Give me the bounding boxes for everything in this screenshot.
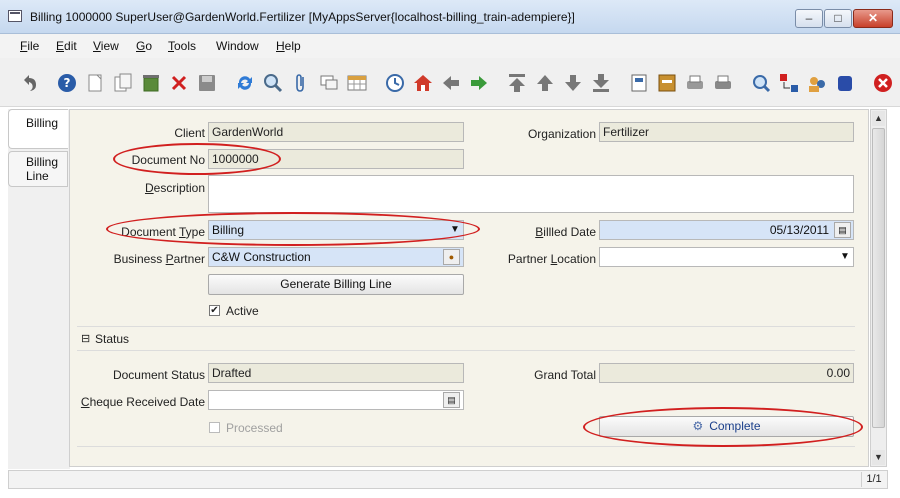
status-group-label: Status [95, 332, 130, 346]
client-label: Client [174, 126, 205, 140]
document-no-field[interactable]: 1000000 [208, 149, 464, 169]
business-partner-value: C&W Construction [212, 250, 311, 264]
grand-total-field[interactable]: 0.00 [599, 363, 854, 383]
find-icon[interactable] [262, 72, 284, 94]
toolbar: ? [0, 58, 900, 107]
cheque-received-date-field[interactable]: ▤ [208, 390, 464, 410]
menu-go[interactable]: Go [136, 39, 152, 53]
document-type-value: Billing [212, 223, 245, 237]
status-bar: 1/1 [8, 470, 888, 489]
calendar-icon[interactable]: ▤ [443, 392, 460, 408]
scroll-down-icon[interactable]: ▼ [872, 450, 885, 465]
chevron-down-icon: ▼ [450, 224, 460, 235]
minimize-button[interactable]: ‒ [795, 9, 823, 28]
document-type-label: Document Type [121, 225, 205, 239]
record-position[interactable]: 1/1 [861, 472, 886, 487]
menu-window[interactable]: Window [216, 39, 259, 53]
svg-text:?: ? [64, 76, 71, 90]
billed-date-value: 05/13/2011 [769, 223, 829, 237]
report-icon[interactable] [628, 72, 650, 94]
organization-label: Organization [527, 127, 596, 141]
attachment-icon[interactable] [290, 72, 312, 94]
menu-edit[interactable]: Edit [56, 39, 77, 53]
status-divider-top [77, 326, 855, 327]
save-icon[interactable] [196, 72, 218, 94]
document-type-select[interactable]: Billing ▼ [208, 220, 464, 240]
menu-bar: File Edit View Go Tools Window Help [0, 34, 900, 59]
generate-billing-line-button[interactable]: Generate Billing Line [208, 274, 464, 295]
chat-icon[interactable] [318, 72, 340, 94]
document-status-label: Document Status [112, 368, 205, 382]
menu-tools[interactable]: Tools [168, 39, 196, 53]
minimize-icon: ‒ [805, 11, 813, 25]
record-tabs: Billing Billing Line [8, 109, 70, 469]
delete-selection-icon[interactable] [168, 72, 190, 94]
new-record-icon[interactable] [84, 72, 106, 94]
partner-location-select[interactable]: ▼ [599, 247, 854, 267]
partner-lookup-icon[interactable]: ● [443, 249, 460, 265]
tab-billing[interactable]: Billing [8, 109, 68, 149]
workflow-icon[interactable] [778, 72, 800, 94]
calendar-icon[interactable]: ▤ [834, 222, 851, 238]
request-icon[interactable] [806, 72, 828, 94]
delete-icon[interactable] [140, 72, 162, 94]
close-icon: ✕ [867, 11, 879, 25]
active-label: Active [226, 304, 259, 318]
scroll-up-icon[interactable]: ▲ [872, 111, 885, 126]
billed-date-field[interactable]: 05/13/2011 ▤ [599, 220, 854, 240]
print-icon[interactable] [712, 72, 734, 94]
grand-total-label: Grand Total [534, 368, 596, 382]
gear-icon: ⚙ [692, 419, 704, 433]
business-partner-label: Business Partner [113, 252, 205, 266]
close-button[interactable]: ✕ [853, 9, 893, 28]
next-icon[interactable] [468, 72, 490, 94]
maximize-icon: □ [834, 11, 842, 25]
description-label: Description [144, 181, 205, 195]
document-status-field[interactable]: Drafted [208, 363, 464, 383]
billed-date-label: Billled Date [535, 225, 596, 239]
app-icon [8, 10, 22, 22]
complete-button[interactable]: ⚙ Complete [599, 416, 854, 437]
window-title: Billing 1000000 SuperUser@GardenWorld.Fe… [30, 10, 575, 24]
processed-label: Processed [226, 421, 283, 435]
first-record-icon[interactable] [506, 72, 528, 94]
form-divider-bottom [77, 446, 855, 447]
organization-field[interactable]: Fertilizer [599, 122, 854, 142]
status-collapse-icon[interactable]: ⊟ [81, 332, 90, 345]
description-field[interactable] [208, 175, 854, 213]
history-icon[interactable] [384, 72, 406, 94]
partner-location-label: Partner Location [507, 252, 596, 266]
client-field[interactable]: GardenWorld [208, 122, 464, 142]
business-partner-field[interactable]: C&W Construction ● [208, 247, 464, 267]
menu-help[interactable]: Help [276, 39, 301, 53]
zoom-across-icon[interactable] [750, 72, 772, 94]
menu-file[interactable]: File [20, 39, 39, 53]
archive-icon[interactable] [656, 72, 678, 94]
scroll-thumb[interactable] [872, 128, 885, 428]
tab-billing-line[interactable]: Billing Line [8, 151, 68, 187]
help-icon[interactable]: ? [56, 72, 78, 94]
previous-icon[interactable] [440, 72, 462, 94]
print-preview-icon[interactable] [684, 72, 706, 94]
status-divider-mid [77, 350, 855, 351]
refresh-icon[interactable] [234, 72, 256, 94]
home-icon[interactable] [412, 72, 434, 94]
maximize-button[interactable]: □ [824, 9, 852, 28]
window-titlebar: Billing 1000000 SuperUser@GardenWorld.Fe… [0, 0, 900, 34]
grid-toggle-icon[interactable] [346, 72, 368, 94]
last-record-icon[interactable] [590, 72, 612, 94]
undo-icon[interactable] [18, 72, 40, 94]
processed-checkbox[interactable] [209, 422, 220, 433]
document-no-label: Document No [131, 153, 205, 167]
product-info-icon[interactable] [834, 72, 856, 94]
copy-record-icon[interactable] [112, 72, 134, 94]
previous-record-icon[interactable] [534, 72, 556, 94]
cheque-received-date-label: Cheque Received Date [80, 395, 205, 409]
active-checkbox[interactable]: ✔ [209, 305, 220, 316]
exit-icon[interactable] [872, 72, 894, 94]
menu-view[interactable]: View [93, 39, 119, 53]
vertical-scrollbar[interactable]: ▲ ▼ [870, 109, 887, 467]
chevron-down-icon: ▼ [840, 251, 850, 262]
next-record-icon[interactable] [562, 72, 584, 94]
